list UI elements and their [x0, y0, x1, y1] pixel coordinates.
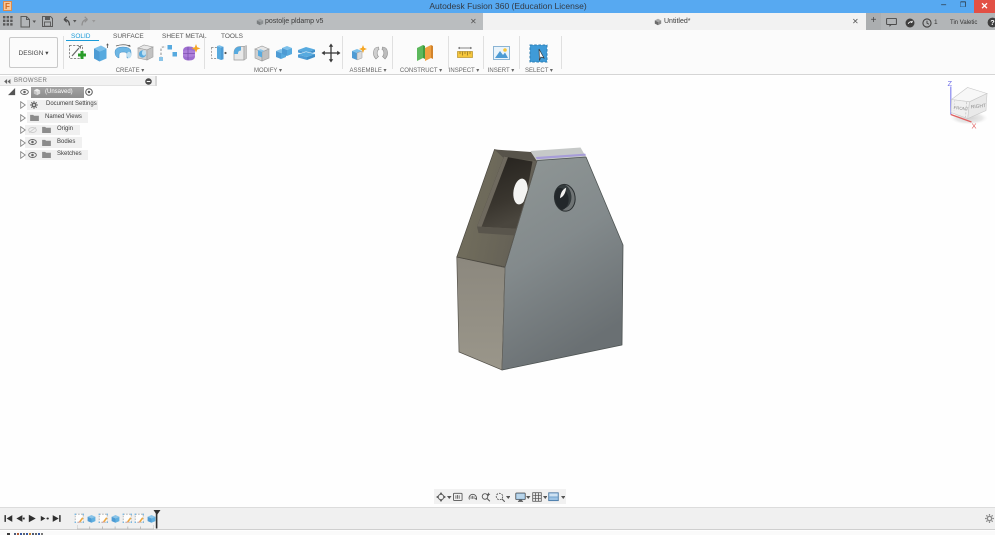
svg-text:Z: Z	[948, 79, 953, 88]
svg-text:X: X	[972, 122, 977, 131]
svg-text:?: ?	[990, 18, 994, 27]
